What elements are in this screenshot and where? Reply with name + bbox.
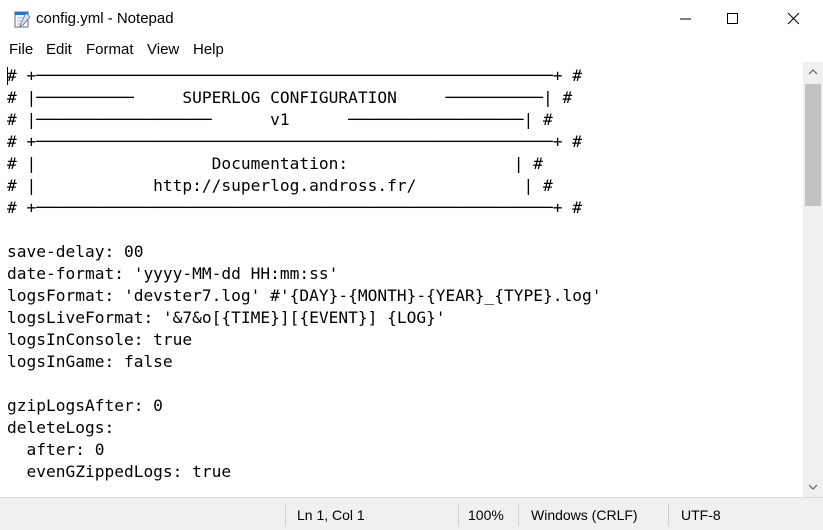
- vertical-scrollbar[interactable]: [803, 62, 823, 497]
- scroll-thumb[interactable]: [805, 84, 821, 206]
- encoding: UTF-8: [681, 507, 721, 523]
- editor-line[interactable]: deleteLogs:: [7, 418, 114, 437]
- editor-line[interactable]: # |────────────────── v1 ───────────────…: [7, 110, 553, 129]
- editor-line[interactable]: logsInGame: false: [7, 352, 173, 371]
- minimize-icon: [680, 18, 691, 20]
- editor-content[interactable]: # +─────────────────────────────────────…: [7, 65, 602, 483]
- menu-help[interactable]: Help: [193, 41, 224, 58]
- close-icon: [787, 12, 800, 25]
- editor-line[interactable]: after: 0: [7, 440, 104, 459]
- editor-line[interactable]: logsFormat: 'devster7.log' #'{DAY}-{MONT…: [7, 286, 602, 305]
- chevron-up-icon: [808, 69, 818, 75]
- editor-line[interactable]: # |────────── SUPERLOG CONFIGURATION ───…: [7, 88, 572, 107]
- zoom-level: 100%: [468, 507, 504, 523]
- minimize-button[interactable]: [663, 0, 709, 38]
- editor-line[interactable]: evenGZippedLogs: true: [7, 462, 231, 481]
- menu-bar: File Edit Format View Help: [0, 38, 823, 62]
- close-button[interactable]: [771, 0, 817, 38]
- cursor-position: Ln 1, Col 1: [297, 507, 365, 523]
- status-divider: [285, 503, 286, 526]
- editor-line[interactable]: date-format: 'yyyy-MM-dd HH:mm:ss': [7, 264, 338, 283]
- line-ending: Windows (CRLF): [531, 507, 638, 523]
- status-divider: [668, 503, 669, 526]
- scroll-down-button[interactable]: [803, 477, 823, 497]
- menu-edit[interactable]: Edit: [46, 41, 72, 58]
- menu-file[interactable]: File: [9, 41, 33, 58]
- status-bar: Ln 1, Col 1 100% Windows (CRLF) UTF-8: [0, 497, 823, 530]
- editor-line[interactable]: # | Documentation: | #: [7, 154, 543, 173]
- status-divider: [458, 503, 459, 526]
- editor-line[interactable]: logsInConsole: true: [7, 330, 192, 349]
- scroll-up-button[interactable]: [803, 62, 823, 82]
- editor-line[interactable]: logsLiveFormat: '&7&o[{TIME}][{EVENT}] {…: [7, 308, 446, 327]
- menu-view[interactable]: View: [147, 41, 179, 58]
- notepad-icon: [12, 9, 32, 29]
- chevron-down-icon: [808, 484, 818, 490]
- editor-line[interactable]: # | http://superlog.andross.fr/ | #: [7, 176, 553, 195]
- text-caret: [7, 67, 8, 85]
- editor-line[interactable]: # +─────────────────────────────────────…: [7, 132, 582, 151]
- menu-format[interactable]: Format: [86, 41, 134, 58]
- window-title: config.yml - Notepad: [36, 10, 174, 27]
- maximize-icon: [727, 13, 738, 24]
- text-editor[interactable]: # +─────────────────────────────────────…: [0, 62, 803, 497]
- editor-line[interactable]: # +─────────────────────────────────────…: [7, 66, 582, 85]
- editor-line[interactable]: # +─────────────────────────────────────…: [7, 198, 582, 217]
- editor-line[interactable]: save-delay: 00: [7, 242, 143, 261]
- maximize-button[interactable]: [710, 0, 756, 38]
- title-bar: config.yml - Notepad: [0, 0, 823, 38]
- status-divider: [518, 503, 519, 526]
- editor-line[interactable]: gzipLogsAfter: 0: [7, 396, 163, 415]
